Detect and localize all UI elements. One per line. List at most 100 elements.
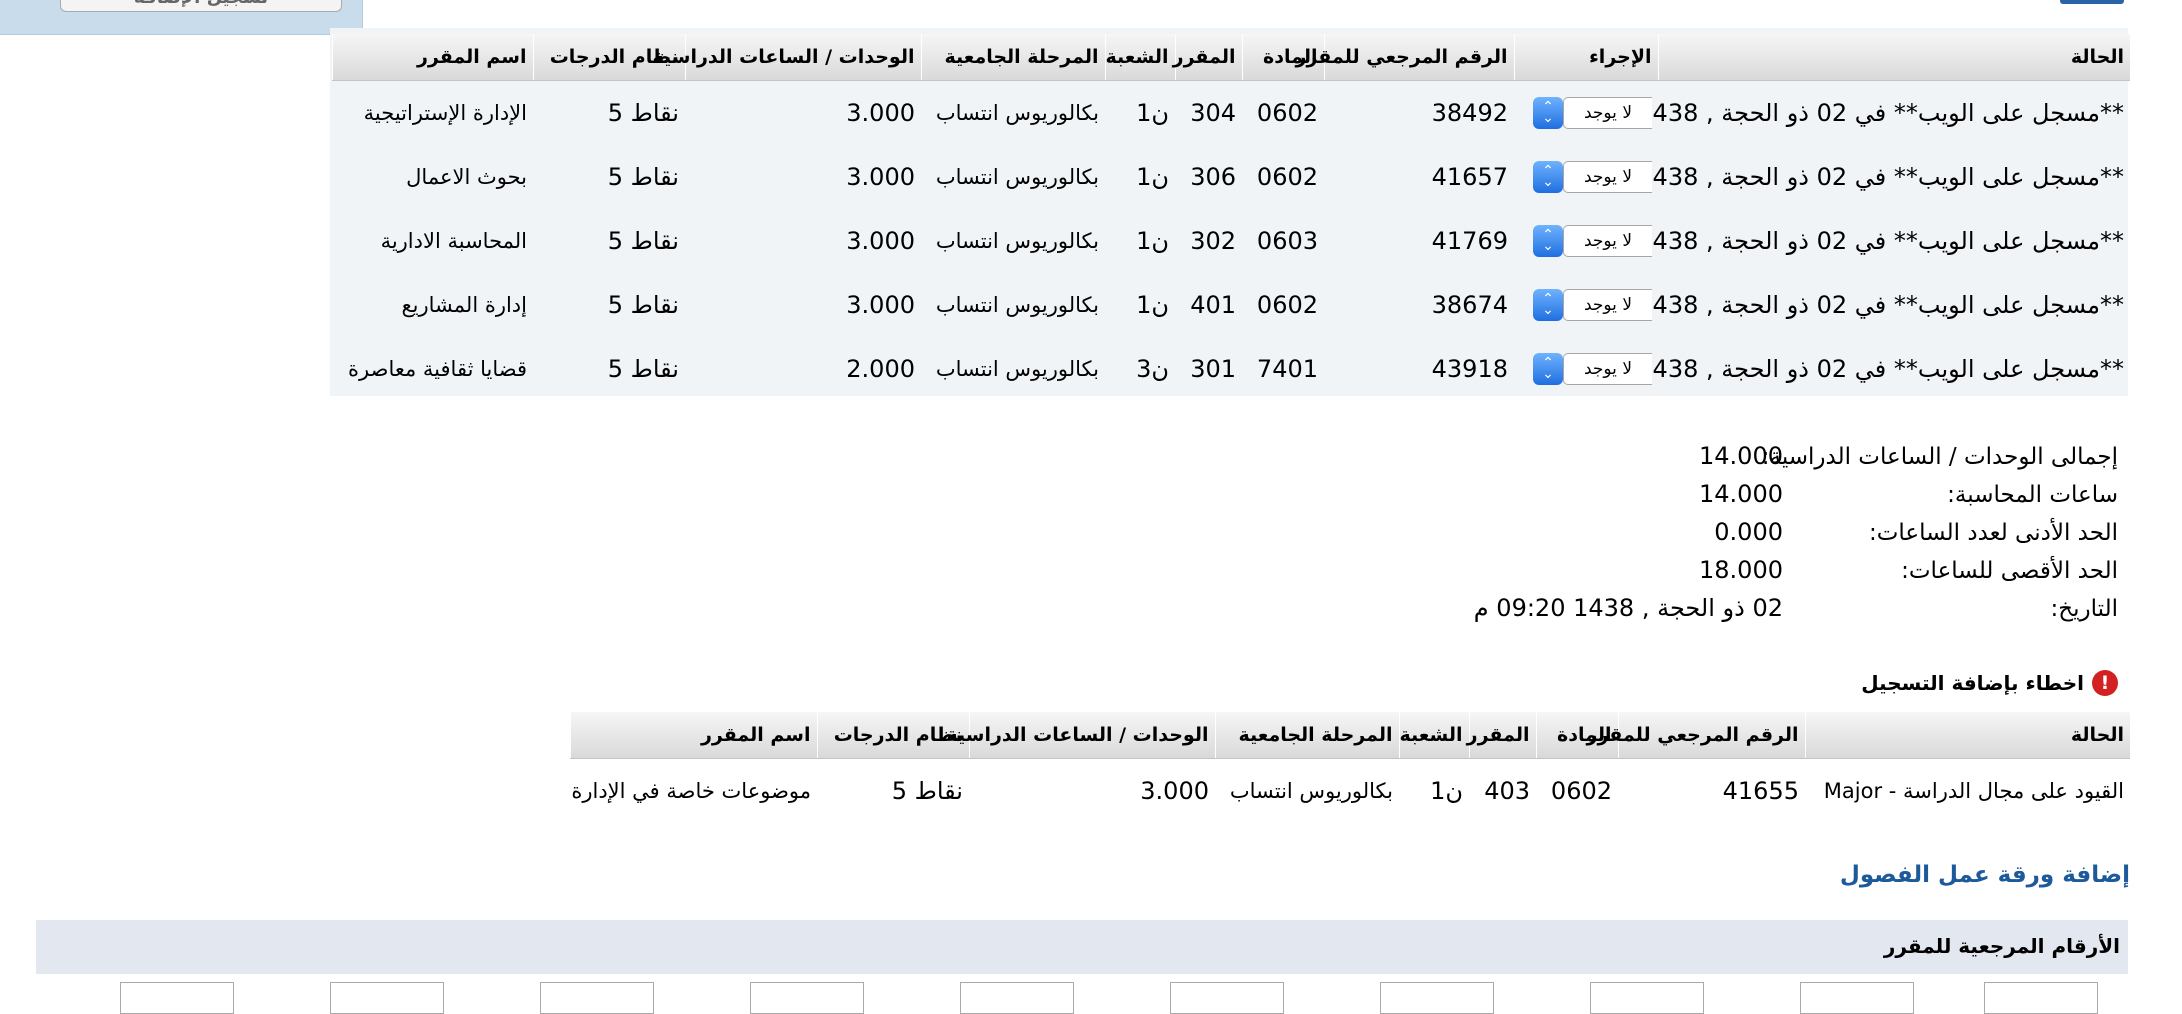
title-cell: بحوث الاعمال <box>406 165 527 189</box>
subject-cell: 0602 <box>1256 163 1318 191</box>
section-cell: ن1 <box>1430 777 1463 805</box>
action-cell: لا يوجد ⌃ ⌄ <box>1514 337 1658 401</box>
status-cell: القيود على مجال الدراسة - Major <box>1823 779 2124 803</box>
grading-cell: نقاط 5 <box>607 227 679 255</box>
crn-input[interactable] <box>1984 982 2098 1014</box>
grading-cell: نقاط 5 <box>607 355 679 383</box>
title-cell: إدارة المشاريع <box>401 293 527 317</box>
crn-cell: 38492 <box>1431 99 1508 127</box>
action-select-value: لا يوجد <box>1563 97 1652 129</box>
crn-cell: 41769 <box>1431 227 1508 255</box>
action-cell: لا يوجد ⌃ ⌄ <box>1514 81 1658 146</box>
title-cell: المحاسبة الادارية <box>380 229 527 253</box>
select-arrows-icon[interactable]: ⌃ ⌄ <box>1533 161 1563 193</box>
table-header-row: الحالة الإجراء الرقم المرجعي للمقرر الما… <box>331 34 2130 81</box>
action-select-value: لا يوجد <box>1563 289 1652 321</box>
top-button-area: تسجيل الإضافة <box>0 0 363 35</box>
table-row: **مسجل على الويب** في 02 ذو الحجة , 1438… <box>332 209 2130 273</box>
hours-cell: 3.000 <box>1140 777 1209 805</box>
hours-summary: إجمالى الوحدات / الساعات الدراسية: 14.00… <box>1474 438 2118 628</box>
col-grading: نظام الدرجات <box>816 712 969 759</box>
select-arrows-icon[interactable]: ⌃ ⌄ <box>1533 97 1563 129</box>
add-errors-table: الحالة الرقم المرجعي للمقرر المادة المقر… <box>569 712 2130 823</box>
summary-billing-label: ساعات المحاسبة: <box>1947 482 2118 508</box>
col-hours: الوحدات / الساعات الدراسية <box>947 712 1215 759</box>
level-cell: بكالوريوس انتساب <box>1229 779 1393 803</box>
grading-cell: نقاط 5 <box>607 99 679 127</box>
page-heading-clipped <box>2060 0 2124 10</box>
crn-input[interactable] <box>960 982 1074 1014</box>
col-title: اسم المقرر <box>569 712 817 759</box>
col-section: الشعبة <box>1398 712 1469 759</box>
col-course: المقرر <box>1173 34 1242 81</box>
summary-max-label: الحد الأقصى للساعات: <box>1901 558 2118 584</box>
section-cell: ن1 <box>1136 227 1169 255</box>
select-arrows-icon[interactable]: ⌃ ⌄ <box>1533 289 1563 321</box>
hours-cell: 3.000 <box>846 227 915 255</box>
status-cell: **مسجل على الويب** في 02 ذو الحجة , 1438 <box>1637 227 2124 255</box>
action-select[interactable]: لا يوجد ⌃ ⌄ <box>1533 161 1652 193</box>
col-hours: الوحدات / الساعات الدراسية <box>653 34 921 81</box>
col-subject: المادة <box>1241 34 1324 81</box>
hours-cell: 3.000 <box>846 291 915 319</box>
summary-min-label: الحد الأدنى لعدد الساعات: <box>1868 520 2118 546</box>
action-select[interactable]: لا يوجد ⌃ ⌄ <box>1533 289 1652 321</box>
title-cell: موضوعات خاصة في الإدارة <box>571 779 811 803</box>
action-select-value: لا يوجد <box>1563 225 1652 257</box>
action-cell: لا يوجد ⌃ ⌄ <box>1514 273 1658 337</box>
select-arrows-icon[interactable]: ⌃ ⌄ <box>1533 225 1563 257</box>
course-cell: 401 <box>1190 291 1236 319</box>
subject-cell: 0603 <box>1256 227 1318 255</box>
title-cell: الإدارة الإستراتيجية <box>363 101 527 125</box>
hours-cell: 3.000 <box>846 99 915 127</box>
action-select-value: لا يوجد <box>1563 161 1652 193</box>
register-add-button[interactable]: تسجيل الإضافة <box>60 0 342 12</box>
col-level: المرحلة الجامعية <box>920 34 1105 81</box>
hours-cell: 3.000 <box>846 163 915 191</box>
crn-input[interactable] <box>750 982 864 1014</box>
col-status: الحالة <box>1804 712 2130 759</box>
error-icon: ! <box>2092 670 2118 696</box>
status-cell: **مسجل على الويب** في 02 ذو الحجة , 1438 <box>1637 99 2124 127</box>
col-action: الإجراء <box>1513 34 1658 81</box>
action-cell: لا يوجد ⌃ ⌄ <box>1514 209 1658 273</box>
hours-cell: 2.000 <box>846 355 915 383</box>
select-arrows-icon[interactable]: ⌃ ⌄ <box>1533 353 1563 385</box>
col-subject: المادة <box>1535 712 1618 759</box>
crn-input[interactable] <box>1380 982 1494 1014</box>
course-cell: 403 <box>1484 777 1530 805</box>
title-cell: قضايا ثقافية معاصرة <box>348 357 527 381</box>
col-grading: نظام الدرجات <box>532 34 685 81</box>
crn-input[interactable] <box>330 982 444 1014</box>
summary-billing-row: ساعات المحاسبة: 14.000 <box>1478 476 2118 514</box>
crn-input[interactable] <box>540 982 654 1014</box>
summary-date-value: 02 ذو الحجة , 1438 09:20 م <box>1473 594 1783 622</box>
course-cell: 306 <box>1190 163 1236 191</box>
action-select[interactable]: لا يوجد ⌃ ⌄ <box>1533 97 1652 129</box>
section-cell: ن1 <box>1136 163 1169 191</box>
section-cell: ن3 <box>1136 355 1169 383</box>
action-select[interactable]: لا يوجد ⌃ ⌄ <box>1533 353 1652 385</box>
registered-courses-table: الحالة الإجراء الرقم المرجعي للمقرر الما… <box>331 34 2130 401</box>
table-row: **مسجل على الويب** في 02 ذو الحجة , 1438… <box>332 273 2130 337</box>
col-title: اسم المقرر <box>331 34 533 81</box>
course-cell: 301 <box>1190 355 1236 383</box>
col-status: الحالة <box>1657 34 2130 81</box>
action-select[interactable]: لا يوجد ⌃ ⌄ <box>1533 225 1652 257</box>
add-errors-title-text: اخطاء بإضافة التسجيل <box>1861 671 2084 695</box>
crn-cell: 43918 <box>1431 355 1508 383</box>
add-errors-title: ! اخطاء بإضافة التسجيل <box>1861 670 2118 696</box>
crn-input[interactable] <box>1170 982 1284 1014</box>
crn-input[interactable] <box>120 982 234 1014</box>
summary-date-label: التاريخ: <box>2050 596 2118 622</box>
summary-max-value: 18.000 <box>1699 556 1783 584</box>
crn-cell: 41657 <box>1431 163 1508 191</box>
summary-min-row: الحد الأدنى لعدد الساعات: 0.000 <box>1478 514 2118 552</box>
col-section: الشعبة <box>1104 34 1175 81</box>
section-cell: ن1 <box>1136 99 1169 127</box>
action-cell: لا يوجد ⌃ ⌄ <box>1514 145 1658 209</box>
crn-input[interactable] <box>1590 982 1704 1014</box>
level-cell: بكالوريوس انتساب <box>935 293 1099 317</box>
crn-input[interactable] <box>1800 982 1914 1014</box>
table-row: **مسجل على الويب** في 02 ذو الحجة , 1438… <box>332 81 2130 146</box>
